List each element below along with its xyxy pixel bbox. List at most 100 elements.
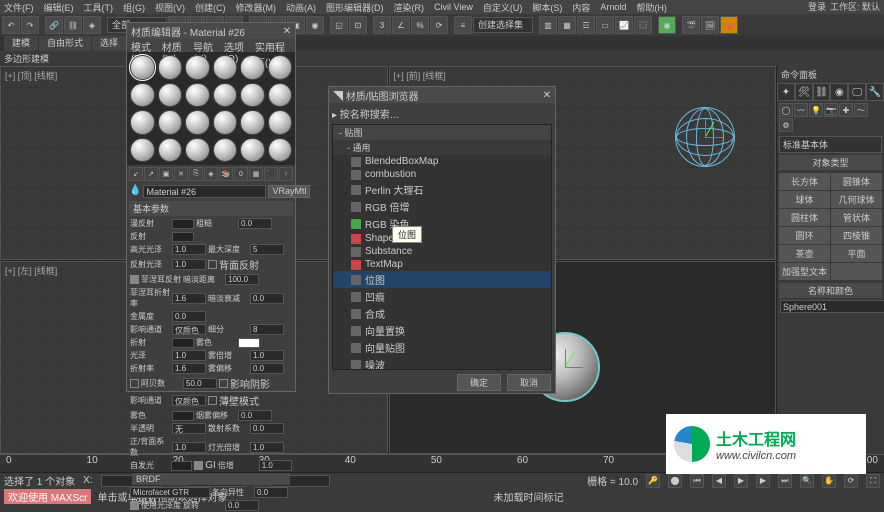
undo-button[interactable]: ↶ bbox=[2, 16, 20, 34]
go-parent-button[interactable]: ↑ bbox=[279, 167, 293, 181]
bind-button[interactable]: ◈ bbox=[83, 16, 101, 34]
create-tab[interactable]: ✦ bbox=[777, 83, 795, 101]
play-start-button[interactable]: ⏮ bbox=[690, 474, 704, 488]
torus-button[interactable]: 圆环 bbox=[779, 227, 830, 244]
menu-item[interactable]: Civil View bbox=[434, 2, 473, 12]
menu-item[interactable]: 修改器(M) bbox=[236, 1, 277, 14]
geometry-icon[interactable]: ◯ bbox=[779, 103, 793, 117]
link-button[interactable]: 🔗 bbox=[45, 16, 63, 34]
abbe-spinner[interactable]: 50.0 bbox=[183, 378, 217, 389]
fog-swatch[interactable] bbox=[238, 338, 260, 348]
close-icon[interactable]: ✕ bbox=[283, 26, 291, 37]
menu-item[interactable]: 脚本(S) bbox=[532, 1, 562, 14]
backface-checkbox[interactable] bbox=[208, 260, 217, 269]
put-library-button[interactable]: 📚 bbox=[219, 167, 233, 181]
cancel-button[interactable]: 取消 bbox=[507, 374, 551, 391]
menu-item[interactable]: 创建(C) bbox=[195, 1, 226, 14]
zoom-icon[interactable]: 🔍 bbox=[800, 474, 814, 488]
orbit-icon[interactable]: ⟳ bbox=[844, 474, 858, 488]
material-editor-button[interactable]: ◉ bbox=[658, 16, 676, 34]
render-button[interactable]: 🫖 bbox=[720, 16, 738, 34]
material-slot[interactable] bbox=[130, 55, 155, 80]
get-material-button[interactable]: ↙ bbox=[129, 167, 143, 181]
angle-snap-button[interactable]: ∠ bbox=[392, 16, 410, 34]
viewport-label[interactable]: [+] [顶] [线框] bbox=[5, 69, 57, 82]
viewport-label[interactable]: [+] [前] [线框] bbox=[394, 69, 446, 82]
layer-button[interactable]: ☲ bbox=[577, 16, 595, 34]
plane-button[interactable]: 平面 bbox=[831, 245, 882, 262]
autokey-button[interactable]: 🔑 bbox=[646, 474, 660, 488]
placement-button[interactable]: ◉ bbox=[306, 16, 324, 34]
pick-button[interactable]: 💧 bbox=[129, 185, 141, 198]
menu-util[interactable]: 实用程序(U) bbox=[255, 39, 291, 52]
tree-item[interactable]: RGB 染色 bbox=[333, 215, 551, 232]
reset-button[interactable]: ✕ bbox=[174, 167, 188, 181]
metal-spinner[interactable]: 0.0 bbox=[172, 311, 206, 322]
section-basic[interactable]: 基本参数 bbox=[129, 201, 293, 216]
material-slot[interactable] bbox=[268, 83, 293, 108]
play-prev-button[interactable]: ◀ bbox=[712, 474, 726, 488]
tree-item[interactable]: 噪波 bbox=[333, 356, 551, 370]
textplus-button[interactable]: 加强型文本 bbox=[779, 263, 830, 280]
trans-dropdown[interactable]: 无 bbox=[172, 423, 206, 434]
fogcolor-swatch[interactable] bbox=[172, 411, 194, 421]
teapot-button[interactable]: 茶壶 bbox=[779, 245, 830, 262]
play-button[interactable]: ▶ bbox=[734, 474, 748, 488]
menu-item[interactable]: 编辑(E) bbox=[44, 1, 74, 14]
material-slot[interactable] bbox=[213, 138, 238, 163]
material-slot[interactable] bbox=[185, 55, 210, 80]
percent-snap-button[interactable]: % bbox=[411, 16, 429, 34]
menu-item[interactable]: 自定义(U) bbox=[483, 1, 523, 14]
shadow-checkbox[interactable] bbox=[219, 379, 228, 388]
tree-item[interactable]: RGB 倍增 bbox=[333, 198, 551, 215]
display-tab[interactable]: 🖵 bbox=[848, 83, 866, 101]
material-slot[interactable] bbox=[213, 83, 238, 108]
toggle-ribbon-button[interactable]: ▭ bbox=[596, 16, 614, 34]
ok-button[interactable]: 确定 bbox=[457, 374, 501, 391]
named-selection-dropdown[interactable]: 创建选择集 bbox=[473, 17, 533, 33]
tab-modeling[interactable]: 建模 bbox=[4, 36, 38, 51]
reflect-swatch[interactable] bbox=[172, 232, 194, 242]
menu-item[interactable]: Arnold bbox=[600, 2, 626, 12]
menu-item[interactable]: 视图(V) bbox=[155, 1, 185, 14]
hierarchy-tab[interactable]: ⛓ bbox=[813, 83, 831, 101]
curve-editor-button[interactable]: 📈 bbox=[615, 16, 633, 34]
material-id-button[interactable]: 0 bbox=[234, 167, 248, 181]
material-slot[interactable] bbox=[268, 110, 293, 135]
menu-item[interactable]: 组(G) bbox=[123, 1, 145, 14]
cameras-icon[interactable]: 📷 bbox=[824, 103, 838, 117]
usegloss-checkbox[interactable] bbox=[130, 501, 139, 510]
menu-item[interactable]: 内容 bbox=[572, 1, 590, 14]
mult-spinner[interactable]: 1.0 bbox=[259, 460, 292, 471]
material-slot[interactable] bbox=[268, 55, 293, 80]
sphere-wireframe[interactable] bbox=[675, 107, 735, 167]
fb-spinner[interactable]: 1.0 bbox=[172, 442, 206, 453]
close-icon[interactable]: ✕ bbox=[543, 90, 551, 101]
menu-nav[interactable]: 导航(N) bbox=[193, 39, 216, 52]
dimfall-spinner[interactable]: 0.0 bbox=[250, 293, 284, 304]
fogmult-spinner[interactable]: 1.0 bbox=[250, 350, 284, 361]
material-slot[interactable] bbox=[213, 55, 238, 80]
make-copy-button[interactable]: ⎘ bbox=[189, 167, 203, 181]
material-slot[interactable] bbox=[185, 110, 210, 135]
geosphere-button[interactable]: 几何球体 bbox=[831, 191, 882, 208]
rough-spinner[interactable]: 0.0 bbox=[238, 218, 272, 229]
modify-tab[interactable]: 🛠 bbox=[795, 83, 813, 101]
smokebias-spinner[interactable]: 0.0 bbox=[238, 410, 272, 421]
workspace-dropdown[interactable]: 工作区: 默认 bbox=[830, 0, 880, 13]
make-unique-button[interactable]: ◈ bbox=[204, 167, 218, 181]
brdf-type-dropdown[interactable]: Microfacet GTR (GGX) bbox=[130, 487, 210, 498]
tree-item[interactable]: TextMap bbox=[333, 258, 551, 271]
menu-item[interactable]: 帮助(H) bbox=[636, 1, 667, 14]
spinner-snap-button[interactable]: ⟳ bbox=[430, 16, 448, 34]
refl-gloss-spinner[interactable]: 1.0 bbox=[172, 259, 206, 270]
login-link[interactable]: 登录 bbox=[808, 0, 826, 13]
cylinder-button[interactable]: 圆柱体 bbox=[779, 209, 830, 226]
material-slot[interactable] bbox=[268, 138, 293, 163]
tube-button[interactable]: 管状体 bbox=[831, 209, 882, 226]
material-slot[interactable] bbox=[158, 138, 183, 163]
systems-icon[interactable]: ⚙ bbox=[779, 118, 793, 132]
object-name-input[interactable] bbox=[780, 300, 884, 313]
gi-checkbox[interactable] bbox=[194, 461, 203, 470]
align-button[interactable]: ▦ bbox=[558, 16, 576, 34]
